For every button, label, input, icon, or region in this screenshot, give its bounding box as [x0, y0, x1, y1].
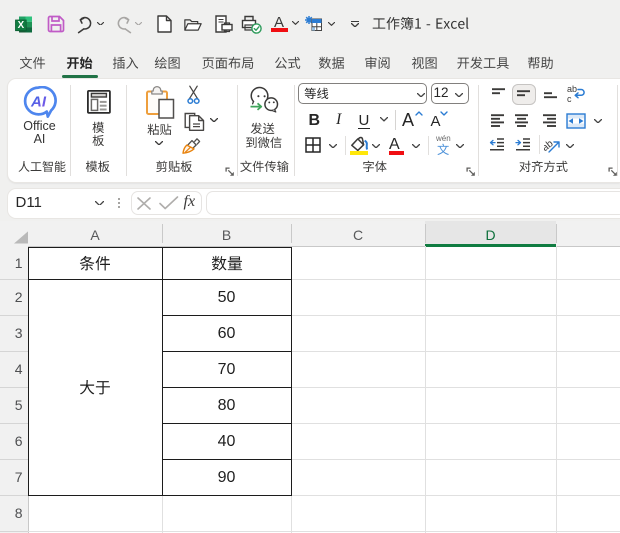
svg-text:X: X: [18, 20, 25, 31]
svg-text:AI: AI: [30, 94, 47, 111]
svg-text:c: c: [567, 94, 572, 103]
svg-text:ab: ab: [567, 84, 577, 94]
